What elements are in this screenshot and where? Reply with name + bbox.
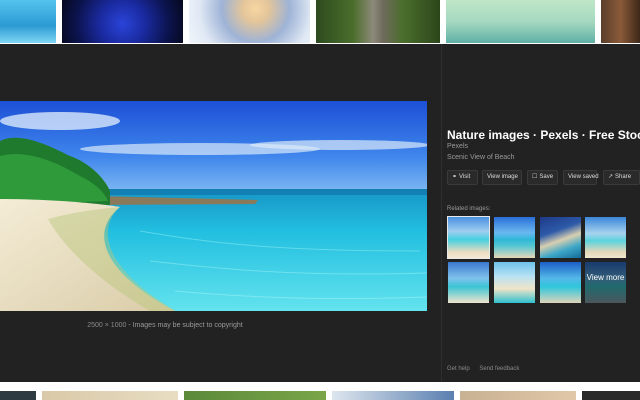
share-icon: ↗ [608, 174, 614, 180]
bookmark-icon: ☐ [532, 174, 538, 180]
panel-divider [441, 44, 442, 382]
related-image-2[interactable] [494, 217, 535, 258]
image-search-page: 2500 × 1000 - Images may be subject to c… [0, 0, 640, 400]
get-help-link[interactable]: Get help [447, 366, 470, 372]
bottom-thumbnail-1[interactable] [0, 391, 36, 400]
bottom-thumbnail-row [0, 386, 640, 400]
bottom-thumbnail-5[interactable] [460, 391, 576, 400]
related-images-label: Related images: [447, 206, 491, 212]
view-saved-button[interactable]: View saved [563, 170, 599, 185]
snow-sunset-thumbnail[interactable] [189, 0, 310, 43]
image-source: Pexels [447, 143, 469, 150]
image-dimensions: 2500 × 1000 [87, 322, 127, 329]
related-image-6[interactable] [494, 262, 535, 303]
bottom-thumbnail-6[interactable] [582, 391, 640, 400]
related-image-1[interactable] [447, 216, 490, 259]
panel-footer: Get help Send feedback [447, 366, 527, 372]
view-image-button[interactable]: View image [482, 170, 522, 185]
copyright-notice[interactable]: Images may be subject to copyright [133, 322, 243, 329]
main-preview-image[interactable] [0, 101, 427, 311]
bottom-thumbnail-4[interactable] [332, 391, 454, 400]
image-meta: 2500 × 1000 - Images may be subject to c… [0, 322, 330, 329]
action-buttons: ⚭ Visit View image ☐ Save View saved ↗ Shar… [447, 170, 640, 185]
wood-thumbnail[interactable] [601, 0, 640, 43]
view-more-button[interactable]: View more [585, 262, 626, 303]
save-button[interactable]: ☐ Save [527, 170, 558, 185]
bottom-thumbnail-3[interactable] [184, 391, 326, 400]
share-label: Share [615, 174, 632, 180]
view-saved-label: View saved [568, 174, 599, 180]
related-image-7[interactable] [540, 262, 581, 303]
image-title[interactable]: Nature images · Pexels · Free Stock Phot… [447, 128, 640, 142]
bottom-thumbnail-2[interactable] [42, 391, 178, 400]
globe-icon: ⚭ [452, 174, 458, 180]
related-image-5[interactable] [448, 262, 489, 303]
top-thumbnail-row [0, 0, 640, 44]
related-image-4[interactable] [585, 217, 626, 258]
related-image-3[interactable] [540, 217, 581, 258]
view-more-label: View more [585, 262, 626, 303]
sea-thumbnail[interactable] [0, 0, 56, 43]
kingfisher-birds-thumbnail[interactable] [446, 0, 595, 43]
share-button[interactable]: ↗ Share [603, 170, 640, 185]
railway-thumbnail[interactable] [316, 0, 440, 43]
visit-label: Visit [459, 174, 471, 180]
blue-rose-thumbnail[interactable] [62, 0, 183, 43]
visit-button[interactable]: ⚭ Visit [447, 170, 478, 185]
save-label: Save [539, 174, 554, 180]
view-image-label: View image [487, 174, 518, 180]
image-description: Scenic View of Beach [447, 154, 515, 161]
image-preview-panel: 2500 × 1000 - Images may be subject to c… [0, 44, 640, 382]
send-feedback-link[interactable]: Send feedback [479, 366, 519, 372]
